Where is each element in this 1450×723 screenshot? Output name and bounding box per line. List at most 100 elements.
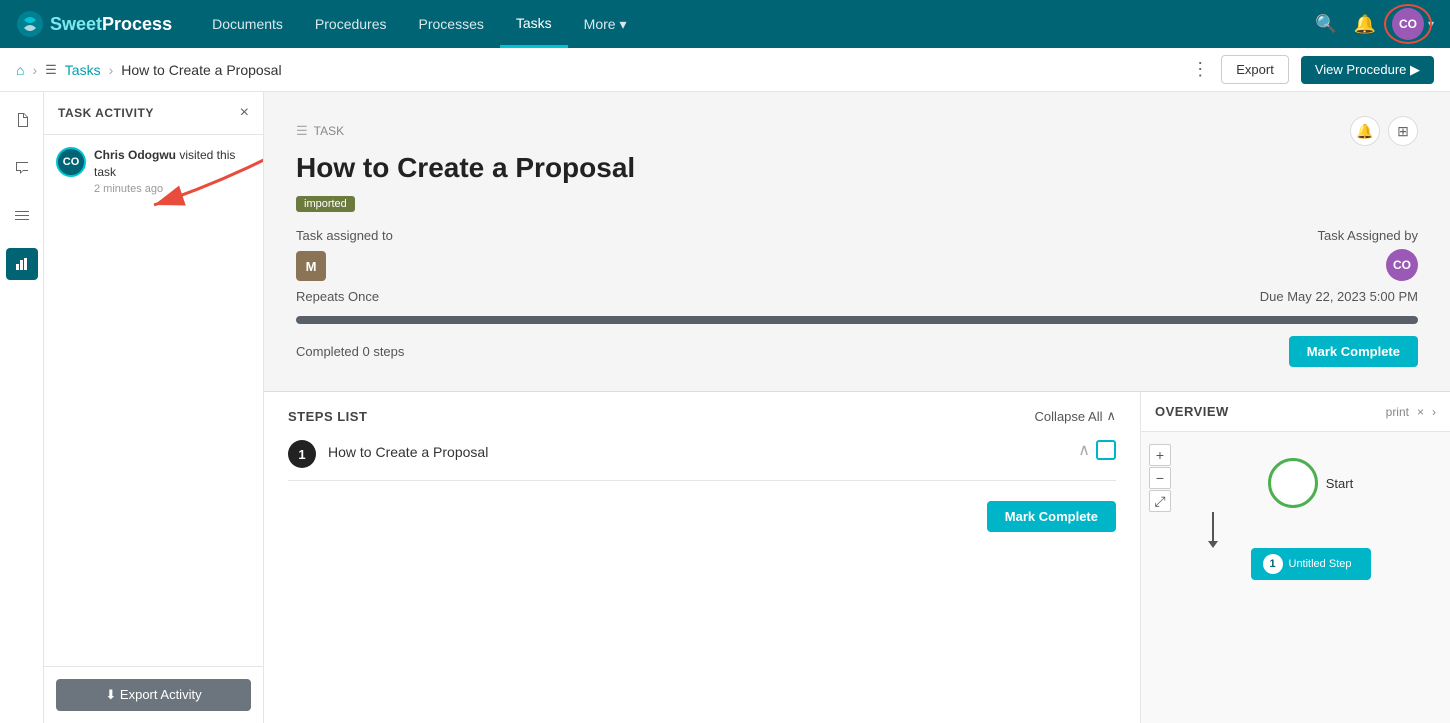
overview-panel: OVERVIEW print × › + − ⤢: [1140, 392, 1450, 723]
completed-steps-row: Completed 0 steps Mark Complete: [296, 336, 1418, 367]
steps-overview-row: STEPS LIST Collapse All ∧ 1 How to Creat…: [264, 392, 1450, 723]
bell-icon: 🔔: [1356, 123, 1373, 140]
notifications-icon-btn[interactable]: 🔔: [1354, 14, 1376, 35]
panel-close-btn[interactable]: ×: [240, 104, 249, 122]
main-content-area: ☰ TASK 🔔 ⊞ How to Create a Proposal impo…: [264, 92, 1450, 723]
bell-notification-btn[interactable]: 🔔: [1350, 116, 1380, 146]
task-title: How to Create a Proposal: [296, 152, 1418, 184]
task-label-text: TASK: [314, 124, 344, 138]
task-header-icons: 🔔 ⊞: [1350, 116, 1418, 146]
imported-badge: imported: [296, 196, 355, 212]
nav-procedures[interactable]: Procedures: [299, 2, 403, 46]
grid-view-btn[interactable]: ⊞: [1388, 116, 1418, 146]
step-divider: [288, 480, 1116, 481]
view-procedure-button[interactable]: View Procedure ▶: [1301, 56, 1434, 84]
step-up-arrow-btn[interactable]: ∧: [1078, 440, 1090, 460]
activity-user-name: Chris Odogwu: [94, 148, 176, 162]
main-layout: TASK ACTIVITY × CO Chris Odogwu visited …: [0, 92, 1450, 723]
panel-content: CO Chris Odogwu visited this task 2 minu…: [44, 135, 263, 666]
step-checkbox[interactable]: [1096, 440, 1116, 460]
sidebar-list-btn[interactable]: [6, 200, 38, 232]
task-label: ☰ TASK: [296, 123, 344, 139]
steps-list-title: STEPS LIST: [288, 409, 367, 424]
export-button[interactable]: Export: [1221, 55, 1289, 84]
nav-right-actions: 🔍 🔔 CO ▾: [1315, 8, 1434, 40]
steps-list-section: STEPS LIST Collapse All ∧ 1 How to Creat…: [264, 392, 1140, 723]
sidebar-chart-btn[interactable]: [6, 248, 38, 280]
step-name: How to Create a Proposal: [328, 440, 1066, 460]
assignee-badge: M: [296, 251, 326, 281]
breadcrumb-bar: ⌂ › ☰ Tasks › How to Create a Proposal ⋮…: [0, 48, 1450, 92]
home-icon[interactable]: ⌂: [16, 62, 24, 78]
export-activity-button[interactable]: ⬇ Export Activity: [56, 679, 251, 711]
task-activity-panel: TASK ACTIVITY × CO Chris Odogwu visited …: [44, 92, 264, 723]
mark-complete-button-bottom[interactable]: Mark Complete: [987, 501, 1116, 532]
breadcrumb-actions: ⋮ Export View Procedure ▶: [1191, 55, 1434, 84]
nav-processes[interactable]: Processes: [403, 2, 500, 46]
flow-step-1-number: 1: [1263, 554, 1283, 574]
flow-start-row: Start: [1268, 458, 1353, 508]
task-grid-icon: ☰: [296, 123, 308, 139]
left-icon-sidebar: [0, 92, 44, 723]
more-options-icon[interactable]: ⋮: [1191, 59, 1209, 80]
repeats-row: Repeats Once Due May 22, 2023 5:00 PM: [296, 289, 1418, 304]
completed-steps-text: Completed 0 steps: [296, 344, 404, 359]
flow-step-1-label: Untitled Step: [1289, 558, 1352, 570]
overview-next-btn[interactable]: ›: [1432, 405, 1436, 419]
logo-icon: [16, 10, 44, 38]
task-label-row: ☰ TASK 🔔 ⊞: [296, 116, 1418, 146]
activity-details: Chris Odogwu visited this task 2 minutes…: [94, 147, 251, 195]
assigned-by-label: Task Assigned by: [1318, 228, 1418, 243]
panel-header: TASK ACTIVITY ×: [44, 92, 263, 135]
overview-header-actions: print × ›: [1386, 405, 1436, 419]
avatar-wrapper: CO: [1392, 8, 1424, 40]
zoom-out-btn[interactable]: −: [1149, 467, 1171, 489]
grid-icon: ⊞: [1397, 123, 1409, 140]
overview-print-btn[interactable]: print: [1386, 405, 1409, 419]
assigned-to-label: Task assigned to: [296, 228, 393, 243]
breadcrumb-tasks-link[interactable]: Tasks: [65, 62, 101, 78]
overview-title: OVERVIEW: [1155, 404, 1229, 419]
breadcrumb-current-page: How to Create a Proposal: [121, 62, 281, 78]
step-content: How to Create a Proposal: [328, 440, 1066, 460]
collapse-all-btn[interactable]: Collapse All ∧: [1035, 408, 1116, 424]
assigned-to-section: Task assigned to M: [296, 228, 393, 281]
mark-complete-button-header[interactable]: Mark Complete: [1289, 336, 1418, 367]
task-header-section: ☰ TASK 🔔 ⊞ How to Create a Proposal impo…: [264, 92, 1450, 392]
tasks-grid-icon: ☰: [45, 62, 57, 78]
user-dropdown-arrow[interactable]: ▾: [1428, 17, 1434, 31]
task-meta-row: Task assigned to M Task Assigned by CO: [296, 228, 1418, 281]
user-menu[interactable]: CO ▾: [1392, 8, 1434, 40]
activity-avatar: CO: [56, 147, 86, 177]
avatar[interactable]: CO: [1392, 8, 1424, 40]
panel-footer: ⬇ Export Activity: [44, 666, 263, 723]
nav-links: Documents Procedures Processes Tasks Mor…: [196, 1, 1315, 48]
nav-more[interactable]: More ▾: [568, 2, 643, 47]
overview-header: OVERVIEW print × ›: [1141, 392, 1450, 432]
logo-text: SweetProcess: [50, 14, 172, 35]
flow-start-node: [1268, 458, 1318, 508]
flow-step-1-node: 1 Untitled Step: [1251, 548, 1371, 580]
activity-item: CO Chris Odogwu visited this task 2 minu…: [56, 147, 251, 195]
breadcrumb-sep-2: ›: [109, 62, 114, 78]
activity-time: 2 minutes ago: [94, 183, 251, 195]
sidebar-chat-btn[interactable]: [6, 152, 38, 184]
logo[interactable]: SweetProcess: [16, 10, 172, 38]
step-number-badge: 1: [288, 440, 316, 468]
panel-title: TASK ACTIVITY: [58, 106, 154, 120]
nav-tasks[interactable]: Tasks: [500, 1, 568, 48]
zoom-in-btn[interactable]: +: [1149, 444, 1171, 466]
overview-close-btn[interactable]: ×: [1417, 405, 1424, 419]
repeats-label: Repeats Once: [296, 289, 379, 304]
assigned-by-avatar: CO: [1386, 249, 1418, 281]
progress-bar: [296, 316, 1418, 324]
flow-arrow-1: [1212, 512, 1214, 542]
nav-documents[interactable]: Documents: [196, 2, 299, 46]
steps-list-header: STEPS LIST Collapse All ∧: [288, 408, 1116, 424]
collapse-chevron-icon: ∧: [1106, 408, 1116, 424]
search-icon-btn[interactable]: 🔍: [1315, 14, 1337, 35]
sidebar-document-btn[interactable]: [6, 104, 38, 136]
overview-content: + − ⤢ Start 1 Untitled Step: [1141, 432, 1450, 723]
mark-complete-bottom-row: Mark Complete: [288, 493, 1116, 540]
zoom-fit-btn[interactable]: ⤢: [1149, 490, 1171, 512]
